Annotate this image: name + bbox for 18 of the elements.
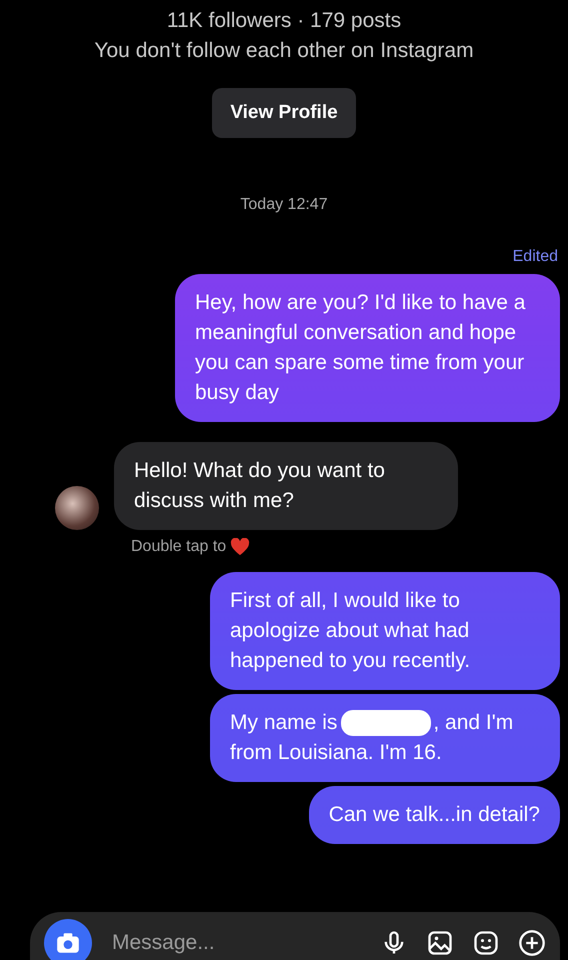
follow-status: You don't follow each other on Instagram [94, 38, 474, 64]
received-message: Hello! What do you want to discuss with me? [114, 442, 458, 530]
heart-icon [230, 538, 250, 556]
image-icon[interactable] [426, 929, 454, 957]
sent-message: Hey, how are you? I'd like to have a meaningful conversation and hope you can spare some time from your busy day [175, 274, 560, 422]
add-icon[interactable] [518, 929, 546, 957]
sent-message: First of all, I would like to apologize about what had happened to you recently. [210, 572, 560, 690]
double-tap-hint: Double tap to [131, 538, 226, 556]
edited-label: Edited [512, 248, 558, 266]
timestamp: Today 12:47 [240, 196, 328, 214]
avatar[interactable] [55, 486, 99, 530]
view-profile-button[interactable]: View Profile [212, 88, 356, 138]
sent-message: Can we talk...in detail? [308, 786, 560, 844]
sticker-icon[interactable] [472, 929, 500, 957]
camera-button[interactable] [44, 919, 92, 960]
follower-stats: 11K followers · 179 posts [166, 8, 402, 34]
sent-message: My name is , and I'm from Louisiana. I'm 16. [210, 694, 560, 782]
message-field[interactable]: Message... [110, 930, 362, 956]
